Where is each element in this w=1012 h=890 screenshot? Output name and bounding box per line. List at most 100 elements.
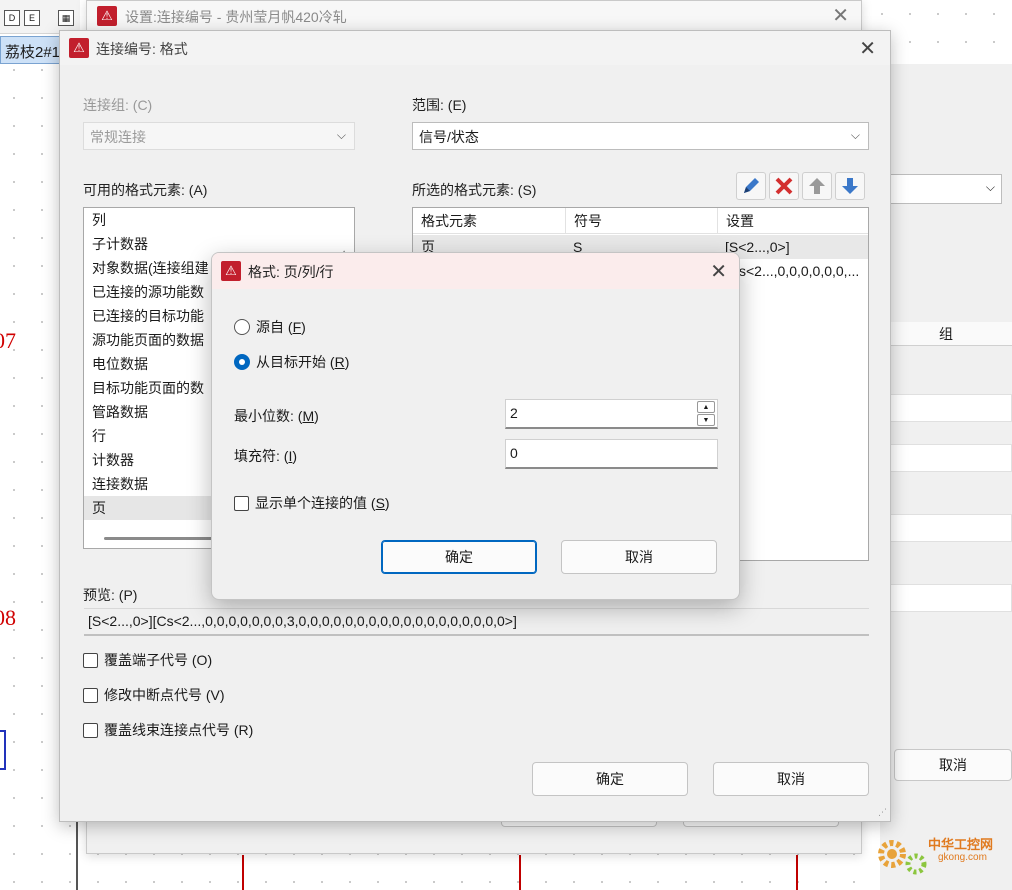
fill-char-input[interactable]: 0 — [505, 439, 718, 469]
background-select[interactable]: ⌵ — [890, 174, 1002, 204]
checkbox-icon — [83, 653, 98, 668]
accelerator-key: F — [292, 319, 302, 335]
eplan-icon: ⚠ — [97, 6, 117, 26]
settings-dialog-title: 设置:连接编号 - 贵州莹月帆420冷轧 — [125, 9, 347, 25]
close-icon[interactable]: ✕ — [859, 36, 876, 61]
page-format-dialog: ⚠ 格式: 页/列/行 ✕ 源自 (F) 从目标开始 (R) 最小位数: (M)… — [211, 252, 740, 600]
wire-line — [519, 855, 521, 890]
ok-button[interactable]: 确定 — [381, 540, 537, 574]
scope-select[interactable]: 信号/状态 ⌵ — [412, 122, 869, 150]
grid-icon[interactable]: ▦ — [58, 10, 74, 26]
radio-selected-icon — [234, 354, 250, 370]
table-row — [890, 584, 1012, 612]
eplan-icon: ⚠ — [221, 261, 241, 281]
move-up-button[interactable] — [802, 172, 832, 200]
watermark-domain: gkong.com — [938, 852, 987, 863]
checkbox-label: 修改中断点代号 (V) — [104, 687, 225, 703]
fill-char-value: 0 — [510, 445, 518, 461]
radio-label: 从目标开始 — [256, 354, 326, 370]
table-cell: [S<2...,0>] — [725, 239, 790, 255]
checkbox-label: 显示单个连接的值 — [255, 495, 367, 511]
min-digits-stepper[interactable]: 2 ▲ ▼ — [505, 399, 718, 429]
checkbox-icon — [83, 688, 98, 703]
watermark-logo: 中华工控网 gkong.com — [872, 826, 1012, 886]
preview-label: 预览: (P) — [83, 587, 138, 603]
overwrite-harness-checkbox[interactable]: 覆盖线束连接点代号 (R) — [83, 720, 253, 740]
list-item[interactable]: 列 — [84, 208, 354, 232]
page-marker: 07 — [0, 328, 16, 353]
connection-group-value: 常规连接 — [90, 129, 146, 145]
accelerator-key: R — [334, 354, 345, 370]
radio-source[interactable]: 源自 (F) — [234, 317, 306, 337]
document-icon[interactable]: D — [4, 10, 20, 26]
accelerator-key: I — [288, 448, 293, 464]
scope-label: 范围: (E) — [412, 97, 467, 113]
page-marker: 08 — [0, 605, 16, 630]
close-icon[interactable]: ✕ — [832, 3, 849, 28]
column-header[interactable]: 设置 — [717, 208, 869, 234]
column-header[interactable]: 符号 — [565, 208, 717, 234]
arrow-down-icon — [842, 178, 858, 194]
accelerator-key: S — [375, 495, 385, 511]
radio-label: 源自 — [256, 319, 284, 335]
table-row — [890, 394, 1012, 422]
arrow-up-icon — [809, 178, 825, 194]
wire-line — [242, 855, 244, 890]
eplan-icon: ⚠ — [69, 38, 89, 58]
available-elements-label: 可用的格式元素: (A) — [83, 182, 208, 198]
field-label: 最小位数: — [234, 408, 294, 424]
watermark-name: 中华工控网 — [928, 837, 994, 852]
table-row — [890, 514, 1012, 542]
min-digits-label: 最小位数: (M) — [234, 408, 319, 424]
pencil-icon — [744, 178, 759, 193]
checkbox-label: 覆盖线束连接点代号 (R) — [104, 722, 254, 738]
cancel-button[interactable]: 取消 — [561, 540, 717, 574]
table-header: 格式元素 符号 设置 — [413, 208, 868, 234]
dialog-title: 连接编号: 格式 — [96, 41, 188, 57]
preview-field: [S<2...,0>][Cs<2...,0,0,0,0,0,0,0,3,0,0,… — [84, 608, 869, 636]
min-digits-value: 2 — [510, 405, 518, 421]
checkbox-label: 覆盖端子代号 (O) — [104, 652, 213, 668]
scope-value: 信号/状态 — [419, 129, 479, 145]
ok-button[interactable]: 确定 — [532, 762, 688, 796]
frame-line — [76, 820, 78, 890]
delete-button[interactable] — [769, 172, 799, 200]
move-down-button[interactable] — [835, 172, 865, 200]
field-label: 填充符: — [234, 448, 280, 464]
selected-elements-label: 所选的格式元素: (S) — [412, 182, 537, 198]
background-window: ⌵ 组 取消 — [880, 64, 1012, 890]
show-single-value-checkbox[interactable]: 显示单个连接的值 (S) — [234, 493, 390, 513]
dialog-title: 格式: 页/列/行 — [248, 264, 334, 280]
delete-x-icon — [775, 177, 793, 195]
spin-up-icon[interactable]: ▲ — [697, 401, 715, 413]
edit-button[interactable] — [736, 172, 766, 200]
overwrite-terminal-checkbox[interactable]: 覆盖端子代号 (O) — [83, 650, 212, 670]
cad-toolbar: D E ▦ — [0, 0, 80, 34]
column-header: 组 — [880, 322, 1012, 346]
modify-interruption-checkbox[interactable]: 修改中断点代号 (V) — [83, 685, 225, 705]
export-icon[interactable]: E — [24, 10, 40, 26]
connection-group-label: 连接组: (C) — [83, 97, 153, 113]
spin-control: ▲ ▼ — [697, 401, 715, 427]
chevron-down-icon: ⌵ — [850, 128, 860, 142]
radio-from-target[interactable]: 从目标开始 (R) — [234, 352, 349, 372]
checkbox-icon — [234, 496, 249, 511]
close-icon[interactable]: ✕ — [710, 259, 727, 284]
fill-char-label: 填充符: (I) — [234, 448, 298, 464]
component-box — [0, 730, 6, 770]
spin-down-icon[interactable]: ▼ — [697, 414, 715, 426]
column-header[interactable]: 格式元素 — [413, 208, 565, 234]
wire-line — [796, 855, 798, 890]
cancel-button[interactable]: 取消 — [713, 762, 869, 796]
accelerator-key: M — [302, 408, 315, 424]
settings-dialog-titlebar: ⚠ 设置:连接编号 - 贵州莹月帆420冷轧 ✕ — [87, 1, 861, 31]
dialog-titlebar: ⚠ 格式: 页/列/行 ✕ — [212, 253, 739, 289]
checkbox-icon — [83, 723, 98, 738]
background-cancel-button[interactable]: 取消 — [894, 749, 1012, 781]
chevron-down-icon: ⌵ — [336, 128, 346, 142]
connection-group-select[interactable]: 常规连接 ⌵ — [83, 122, 355, 150]
table-row — [890, 444, 1012, 472]
resize-grip-icon[interactable]: ⋰ — [878, 807, 887, 818]
gear-icon — [878, 840, 927, 875]
dialog-titlebar: ⚠ 连接编号: 格式 ✕ — [60, 31, 890, 65]
